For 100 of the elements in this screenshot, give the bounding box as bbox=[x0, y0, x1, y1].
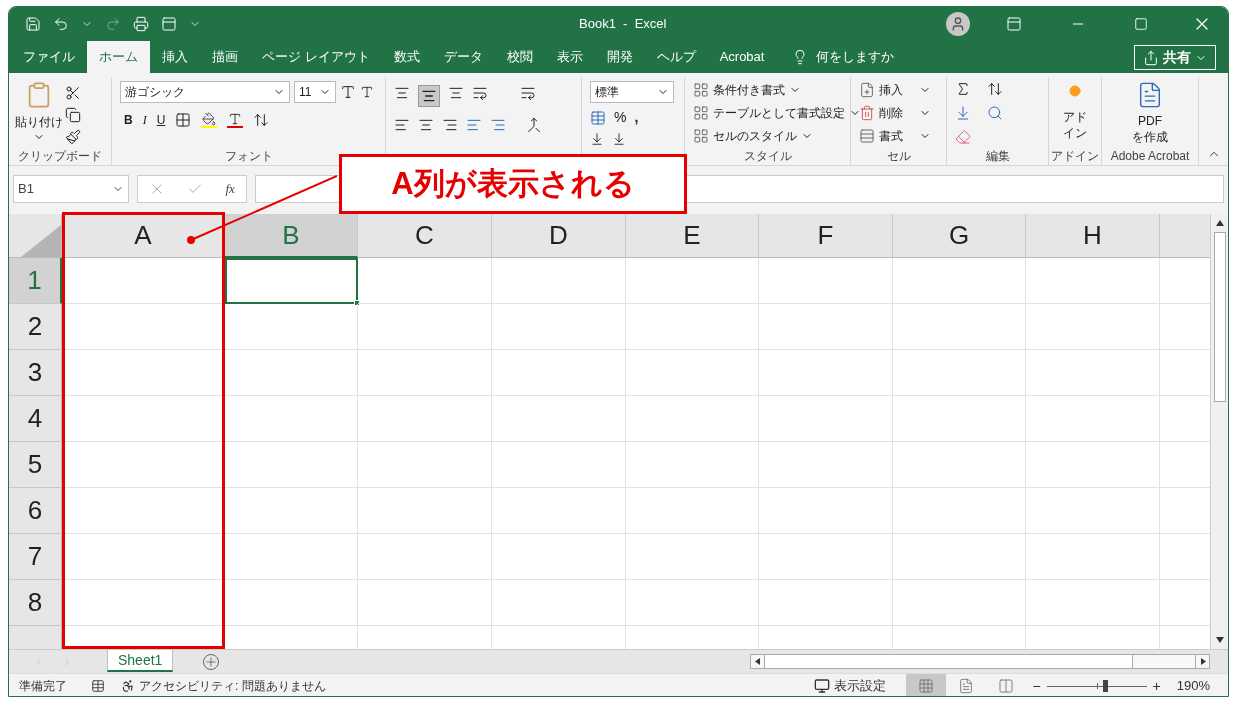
underline-button[interactable]: U bbox=[156, 111, 166, 129]
phonetic-icon[interactable] bbox=[253, 112, 270, 128]
grid-cell[interactable] bbox=[492, 350, 626, 396]
grid-cell[interactable] bbox=[759, 534, 893, 580]
align-bottom-icon[interactable] bbox=[448, 85, 464, 101]
grid-cell[interactable] bbox=[358, 580, 492, 626]
grid-cell[interactable] bbox=[893, 258, 1026, 304]
grid-cell[interactable] bbox=[1026, 534, 1160, 580]
ribbon-tab[interactable]: ヘルプ bbox=[644, 41, 708, 73]
vertical-scrollbar[interactable] bbox=[1210, 214, 1228, 649]
grid-cell[interactable] bbox=[1026, 488, 1160, 534]
row-header[interactable]: 3 bbox=[9, 350, 62, 396]
search-icon[interactable] bbox=[987, 105, 1003, 121]
grid-cell[interactable] bbox=[358, 304, 492, 350]
grid-cell[interactable] bbox=[492, 304, 626, 350]
grid-cell[interactable] bbox=[225, 534, 358, 580]
shrink-font-icon[interactable] bbox=[360, 85, 374, 99]
grid-cell[interactable] bbox=[358, 258, 492, 304]
select-all-corner[interactable] bbox=[9, 214, 62, 258]
grow-font-icon[interactable] bbox=[340, 84, 356, 100]
italic-button[interactable]: I bbox=[142, 111, 147, 129]
zoom-slider[interactable] bbox=[1046, 680, 1147, 692]
orientation-icon[interactable] bbox=[472, 85, 488, 101]
paste-button[interactable]: 貼り付け bbox=[17, 81, 61, 147]
row-header[interactable]: 6 bbox=[9, 488, 62, 534]
grid-cell[interactable] bbox=[358, 442, 492, 488]
cells-menu-button[interactable]: 挿入 bbox=[859, 81, 931, 99]
grid-cell[interactable] bbox=[759, 442, 893, 488]
grid-cell[interactable] bbox=[626, 580, 759, 626]
style-menu-button[interactable]: 条件付き書式 bbox=[693, 81, 861, 99]
grid-cell[interactable] bbox=[759, 396, 893, 442]
style-menu-button[interactable]: テーブルとして書式設定 bbox=[693, 104, 861, 122]
grid-cell[interactable] bbox=[225, 350, 358, 396]
decrease-decimal-icon[interactable] bbox=[612, 132, 626, 146]
grid-cell[interactable] bbox=[225, 396, 358, 442]
grid-cell[interactable] bbox=[759, 580, 893, 626]
grid-cell[interactable] bbox=[626, 442, 759, 488]
row-header[interactable]: 8 bbox=[9, 580, 62, 626]
column-header[interactable]: H bbox=[1026, 214, 1160, 258]
grid-cell[interactable] bbox=[626, 488, 759, 534]
grid-cell[interactable] bbox=[893, 350, 1026, 396]
align-right-icon[interactable] bbox=[442, 117, 458, 133]
grid-cell[interactable] bbox=[893, 442, 1026, 488]
ribbon-tab[interactable]: ファイル bbox=[11, 41, 87, 73]
display-settings-button[interactable]: 表示設定 bbox=[814, 676, 887, 696]
wrap-text-icon[interactable] bbox=[520, 85, 536, 101]
bold-button[interactable]: B bbox=[124, 111, 133, 129]
grid-cell[interactable] bbox=[1026, 350, 1160, 396]
grid-cell[interactable] bbox=[225, 442, 358, 488]
ribbon-tab[interactable]: 描画 bbox=[200, 41, 250, 73]
format-painter-icon[interactable] bbox=[65, 129, 81, 145]
fill-icon[interactable] bbox=[955, 105, 971, 121]
create-pdf-button[interactable]: PDF を作成 bbox=[1110, 81, 1190, 147]
grid-cell[interactable] bbox=[1026, 258, 1160, 304]
column-header[interactable]: F bbox=[759, 214, 893, 258]
grid-cell[interactable] bbox=[626, 304, 759, 350]
grid-cell[interactable] bbox=[1026, 396, 1160, 442]
font-size-field[interactable]: 11 bbox=[294, 81, 336, 103]
grid-cell[interactable] bbox=[492, 488, 626, 534]
grid-cell[interactable] bbox=[225, 304, 358, 350]
horizontal-scroll-thumb[interactable] bbox=[765, 655, 1133, 668]
accessibility-button[interactable]: アクセシビリティ: 問題ありません bbox=[121, 677, 326, 695]
maximize-icon[interactable] bbox=[1134, 17, 1148, 31]
zoom-in-button[interactable]: + bbox=[1152, 675, 1161, 696]
grid-cell[interactable] bbox=[358, 350, 492, 396]
grid-cell[interactable] bbox=[358, 396, 492, 442]
scroll-up-icon[interactable] bbox=[1214, 218, 1225, 228]
row-header[interactable]: 1 bbox=[9, 258, 62, 304]
comma-button[interactable]: , bbox=[634, 107, 639, 128]
grid-cell[interactable] bbox=[893, 580, 1026, 626]
borders-icon[interactable] bbox=[175, 112, 192, 128]
grid-cell[interactable] bbox=[225, 488, 358, 534]
sheet-tab[interactable]: Sheet1 bbox=[107, 649, 174, 672]
grid-cell[interactable] bbox=[759, 304, 893, 350]
grid-cell[interactable] bbox=[759, 488, 893, 534]
cells-menu-button[interactable]: 書式 bbox=[859, 127, 931, 145]
grid-cell[interactable] bbox=[759, 258, 893, 304]
zoom-thumb[interactable] bbox=[1102, 680, 1108, 692]
grid-cell[interactable] bbox=[492, 258, 626, 304]
scroll-down-icon[interactable] bbox=[1214, 635, 1225, 645]
align-middle-icon[interactable] bbox=[421, 88, 437, 104]
font-name-field[interactable]: 游ゴシック bbox=[120, 81, 290, 103]
ribbon-tab[interactable]: データ bbox=[431, 41, 495, 73]
addins-button[interactable]: アドイン bbox=[1057, 81, 1093, 147]
name-box[interactable]: B1 bbox=[13, 175, 129, 203]
scroll-right-icon[interactable] bbox=[1195, 655, 1209, 668]
normal-view-button[interactable] bbox=[906, 674, 947, 696]
row-header[interactable]: 2 bbox=[9, 304, 62, 350]
share-button[interactable]: 共有 bbox=[1134, 45, 1216, 70]
style-menu-button[interactable]: セルのスタイル bbox=[693, 127, 861, 145]
grid-cell[interactable] bbox=[893, 488, 1026, 534]
zoom-level[interactable]: 190% bbox=[1176, 676, 1210, 696]
increase-indent-icon[interactable] bbox=[490, 117, 506, 133]
undo-icon[interactable] bbox=[53, 16, 69, 32]
column-header[interactable]: G bbox=[893, 214, 1026, 258]
clear-icon[interactable] bbox=[955, 129, 971, 145]
align-top-icon[interactable] bbox=[394, 85, 410, 101]
increase-decimal-icon[interactable] bbox=[590, 132, 604, 146]
ribbon-tab[interactable]: Acrobat bbox=[707, 41, 777, 73]
align-center-icon[interactable] bbox=[418, 117, 434, 133]
